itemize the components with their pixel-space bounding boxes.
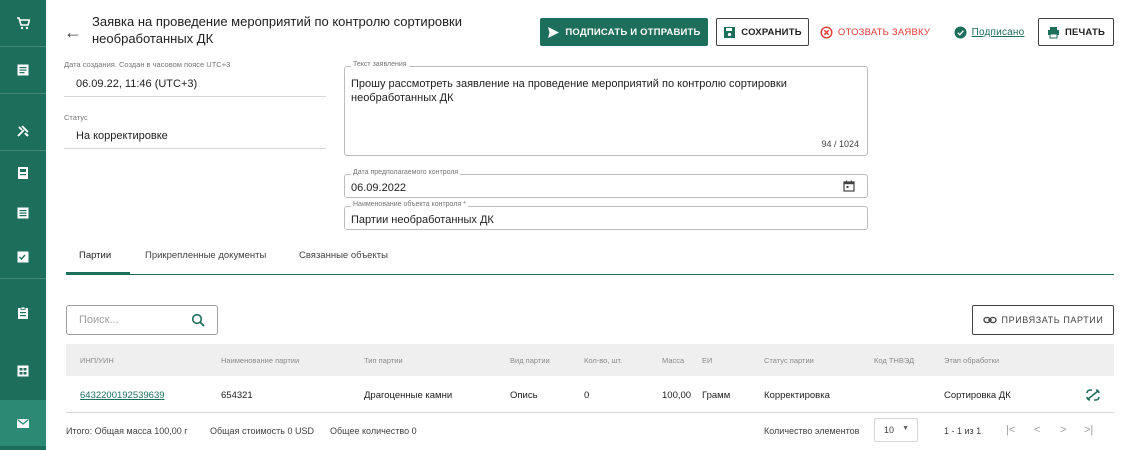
sidebar-item-list[interactable] (0, 190, 46, 236)
first-page-icon[interactable]: |< (1006, 424, 1015, 436)
control-object-label: Наименование объекта контроля * (351, 201, 468, 208)
column-header: Кол-во, шт. (584, 356, 623, 365)
recall-button[interactable]: ОТОЗВАТЬ ЗАЯВКУ (816, 18, 934, 46)
sign-and-send-label: ПОДПИСАТЬ И ОТПРАВИТЬ (565, 26, 701, 38)
page-title: Заявка на проведение мероприятий по конт… (92, 14, 463, 46)
created-date-value: 06.09.22, 11:46 (UTC+3) (76, 78, 198, 90)
per-page-label: Количество элементов (764, 426, 860, 436)
calendar-icon[interactable] (843, 180, 855, 192)
search-input[interactable]: Поиск... (66, 305, 218, 335)
table-cell: Опись (510, 390, 538, 401)
cancel-circle-icon (820, 25, 833, 39)
search-icon[interactable] (191, 313, 205, 327)
cart-icon (17, 17, 30, 30)
sidebar-item-documents[interactable] (0, 47, 46, 93)
recall-label: ОТОЗВАТЬ ЗАЯВКУ (837, 26, 931, 38)
sign-and-send-button[interactable]: ПОДПИСАТЬ И ОТПРАВИТЬ (540, 18, 708, 46)
control-object-value: Партии необработанных ДК (351, 214, 494, 226)
signed-link[interactable]: Подписано (946, 18, 1032, 46)
prev-page-icon[interactable]: < (1034, 424, 1040, 436)
checklist-icon (17, 251, 29, 263)
total-mass: Итого: Общая масса 100,00 г (66, 426, 188, 436)
control-object-field[interactable]: Наименование объекта контроля * Партии н… (344, 201, 868, 230)
sidebar-divider (0, 93, 46, 94)
sidebar-item-checklist[interactable] (0, 234, 46, 280)
mail-icon (17, 418, 29, 428)
table-icon (17, 365, 29, 377)
search-placeholder: Поиск... (79, 314, 119, 326)
column-header: ИНП/УИН (80, 356, 114, 365)
created-date-underline (64, 96, 326, 97)
status-underline (64, 148, 326, 149)
column-header: Масса (662, 356, 685, 365)
control-date-label: Дата предполагаемого контроля (351, 169, 461, 176)
control-date-value: 06.09.2022 (351, 182, 407, 194)
sidebar-item-tools[interactable] (0, 108, 46, 154)
bind-batches-label: ПРИВЯЗАТЬ ПАРТИИ (1001, 315, 1104, 325)
next-page-icon[interactable]: > (1060, 424, 1066, 436)
control-date-field[interactable]: Дата предполагаемого контроля 06.09.2022 (344, 169, 868, 198)
table-cell: 100,00 (662, 390, 692, 401)
register-icon (18, 167, 28, 179)
statement-label: Текст заявления (351, 61, 409, 68)
bind-batches-button[interactable]: ПРИВЯЗАТЬ ПАРТИИ (972, 305, 1114, 335)
tab-batches[interactable]: Партии (79, 250, 111, 261)
table-cell: 0 (584, 390, 590, 401)
list-icon (17, 207, 29, 219)
printer-icon (1047, 26, 1059, 38)
table-cell: Корректировка (764, 390, 830, 401)
tab-attached-documents[interactable]: Прикрепленные документы (145, 250, 266, 261)
tab-related-objects[interactable]: Связанные объекты (299, 250, 388, 261)
print-button[interactable]: ПЕЧАТЬ (1038, 18, 1114, 46)
statement-counter: 94 / 1024 (821, 139, 859, 149)
per-page-select[interactable]: 10 ▼ (874, 418, 918, 442)
save-button[interactable]: СОХРАНИТЬ (716, 18, 809, 46)
document-icon (17, 64, 29, 76)
table-cell: Сортировка ДК (944, 390, 1011, 401)
table-cell: Драгоценные камни (364, 390, 453, 401)
last-page-icon[interactable]: >| (1084, 424, 1093, 436)
verified-icon (954, 26, 967, 38)
statement-text: Прошу рассмотреть заявление на проведени… (351, 78, 787, 104)
status-value: На корректировке (76, 130, 168, 142)
column-header: Статус партии (764, 356, 814, 365)
column-header: Код ТНВЭД (874, 356, 915, 365)
column-header: Наименование партии (221, 356, 300, 365)
tools-icon (17, 125, 29, 137)
table-cell: 654321 (221, 390, 253, 401)
batch-id-link[interactable]: 6432200192539639 (80, 390, 165, 401)
signed-label: Подписано (971, 26, 1025, 38)
status-caption: Статус (64, 113, 88, 122)
save-icon (724, 26, 736, 38)
column-header: Тип партии (364, 356, 403, 365)
link-icon (982, 316, 997, 324)
per-page-value: 10 (884, 425, 895, 435)
column-header: Этап обработки (944, 356, 1000, 365)
send-icon (548, 26, 560, 38)
sidebar (0, 0, 46, 450)
sidebar-divider (0, 278, 46, 279)
sidebar-item-clipboard[interactable] (0, 290, 46, 336)
column-header: ЕИ (702, 356, 713, 365)
back-arrow-icon[interactable]: ← (64, 23, 82, 41)
print-label: ПЕЧАТЬ (1064, 26, 1106, 38)
sidebar-item-mail[interactable] (0, 400, 46, 446)
table-cell: Грамм (702, 390, 731, 401)
save-label: СОХРАНИТЬ (741, 26, 802, 38)
pagination-range: 1 - 1 из 1 (944, 426, 982, 436)
unlink-icon[interactable] (1085, 388, 1101, 402)
statement-textarea[interactable]: Текст заявления Прошу рассмотреть заявле… (344, 61, 868, 156)
total-cost: Общая стоимость 0 USD (210, 426, 315, 436)
total-quantity: Общее количество 0 (330, 426, 417, 436)
tabs-divider (66, 274, 1114, 275)
sidebar-item-cart[interactable] (0, 0, 46, 46)
sidebar-item-table[interactable] (0, 348, 46, 394)
created-date-caption: Дата создания. Создан в часовом поясе UT… (64, 60, 231, 69)
table-row-divider (66, 412, 1114, 413)
clipboard-icon (18, 306, 28, 319)
column-header: Вид партии (510, 356, 550, 365)
chevron-down-icon: ▼ (902, 425, 909, 432)
